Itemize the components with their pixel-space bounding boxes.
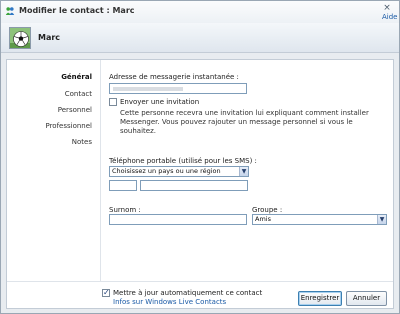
phone-prefix-input[interactable] [109,180,137,191]
group-select[interactable]: Amis ▼ [252,214,387,225]
mobile-phone-label: Téléphone portable (utilisé pour les SMS… [109,157,257,165]
contact-header: Marc [1,23,399,53]
chevron-down-icon: ▼ [377,215,386,224]
edit-contact-window: Modifier le contact : Marc × Aide Marc G… [0,0,400,314]
im-address-input[interactable] [109,83,247,94]
nav-item-contact[interactable]: Contact [65,90,92,98]
phone-number-input[interactable] [140,180,248,191]
send-invitation-label[interactable]: Envoyer une invitation [120,98,199,106]
cancel-button[interactable]: Annuler [346,291,387,306]
contact-name: Marc [38,33,61,42]
nickname-input[interactable] [109,214,247,225]
country-select-value: Choisissez un pays ou une région [112,167,221,175]
window-title: Modifier le contact : Marc [19,6,135,15]
country-select[interactable]: Choisissez un pays ou une région ▼ [109,166,249,177]
help-link[interactable]: Aide [382,13,397,21]
im-address-label: Adresse de messagerie instantanée : [109,73,239,81]
soccer-ball-avatar-icon [10,28,30,48]
auto-update-checkbox[interactable] [102,288,110,297]
nav-item-professionnel[interactable]: Professionnel [45,122,92,130]
title-bar: Modifier le contact : Marc × Aide [1,1,399,23]
send-invitation-checkbox[interactable] [109,98,117,106]
nav-divider [100,60,101,281]
invitation-description: Cette personne recevra une invitation lu… [120,109,369,135]
windows-live-messenger-icon [5,7,15,15]
chevron-down-icon: ▼ [239,167,248,176]
nav-item-personnel[interactable]: Personnel [58,106,92,114]
close-icon[interactable]: × [381,3,393,13]
footer-divider [7,281,393,282]
nav-item-notes[interactable]: Notes [72,138,92,146]
group-label: Groupe : [252,206,283,214]
nav-item-general[interactable]: Général [61,73,92,81]
contact-form-panel: Général Contact Personnel Professionnel … [6,59,394,309]
auto-update-label[interactable]: Mettre à jour automatiquement ce contact [113,289,262,297]
save-button[interactable]: Enregistrer [298,291,342,306]
section-nav: Général Contact Personnel Professionnel … [7,60,100,281]
group-select-value: Amis [255,215,271,223]
redacted-address [113,87,183,91]
avatar [9,27,31,49]
nickname-label: Surnom : [109,206,141,214]
windows-live-contacts-info-link[interactable]: Infos sur Windows Live Contacts [113,298,226,306]
